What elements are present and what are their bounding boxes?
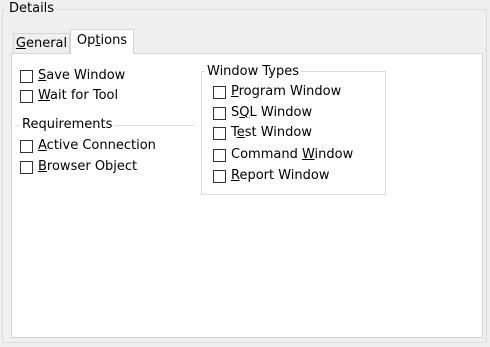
sql-window-checkbox[interactable]: SQL Window xyxy=(213,104,312,122)
active-connection-checkbox[interactable]: Active Connection xyxy=(20,137,156,155)
tab-options-label: Options xyxy=(76,33,128,48)
tab-options[interactable]: Options xyxy=(70,29,134,54)
checkbox-box[interactable] xyxy=(213,85,226,99)
active-connection-label: Active Connection xyxy=(38,138,156,153)
checkbox-box[interactable] xyxy=(213,169,226,183)
window-types-title: Window Types xyxy=(205,64,302,80)
checkbox-box[interactable] xyxy=(20,160,33,174)
test-window-checkbox[interactable]: Test Window xyxy=(213,124,312,142)
report-window-label: Report Window xyxy=(231,168,330,183)
checkbox-box[interactable] xyxy=(20,139,33,153)
wait-for-tool-label: Wait for Tool xyxy=(38,88,119,103)
requirements-title: Requirements xyxy=(20,117,115,133)
browser-object-label: Browser Object xyxy=(38,159,138,174)
program-window-checkbox[interactable]: Program Window xyxy=(213,83,341,101)
save-window-label: Save Window xyxy=(38,68,126,83)
browser-object-checkbox[interactable]: Browser Object xyxy=(20,158,137,176)
test-window-label: Test Window xyxy=(231,125,312,140)
checkbox-box[interactable] xyxy=(213,106,226,120)
checkbox-box[interactable] xyxy=(20,89,33,103)
program-window-label: Program Window xyxy=(231,84,342,99)
wait-for-tool-checkbox[interactable]: Wait for Tool xyxy=(20,87,118,105)
command-window-checkbox[interactable]: Command Window xyxy=(213,146,353,164)
tab-general-label: General xyxy=(15,36,68,51)
details-group-title: Details xyxy=(7,1,57,17)
save-window-checkbox[interactable]: Save Window xyxy=(20,67,125,85)
report-window-checkbox[interactable]: Report Window xyxy=(213,167,330,185)
checkbox-box[interactable] xyxy=(213,126,226,140)
sql-window-label: SQL Window xyxy=(231,105,313,120)
checkbox-box[interactable] xyxy=(213,148,226,162)
tab-general[interactable]: General xyxy=(13,33,70,53)
checkbox-box[interactable] xyxy=(20,69,33,83)
command-window-label: Command Window xyxy=(231,147,354,162)
